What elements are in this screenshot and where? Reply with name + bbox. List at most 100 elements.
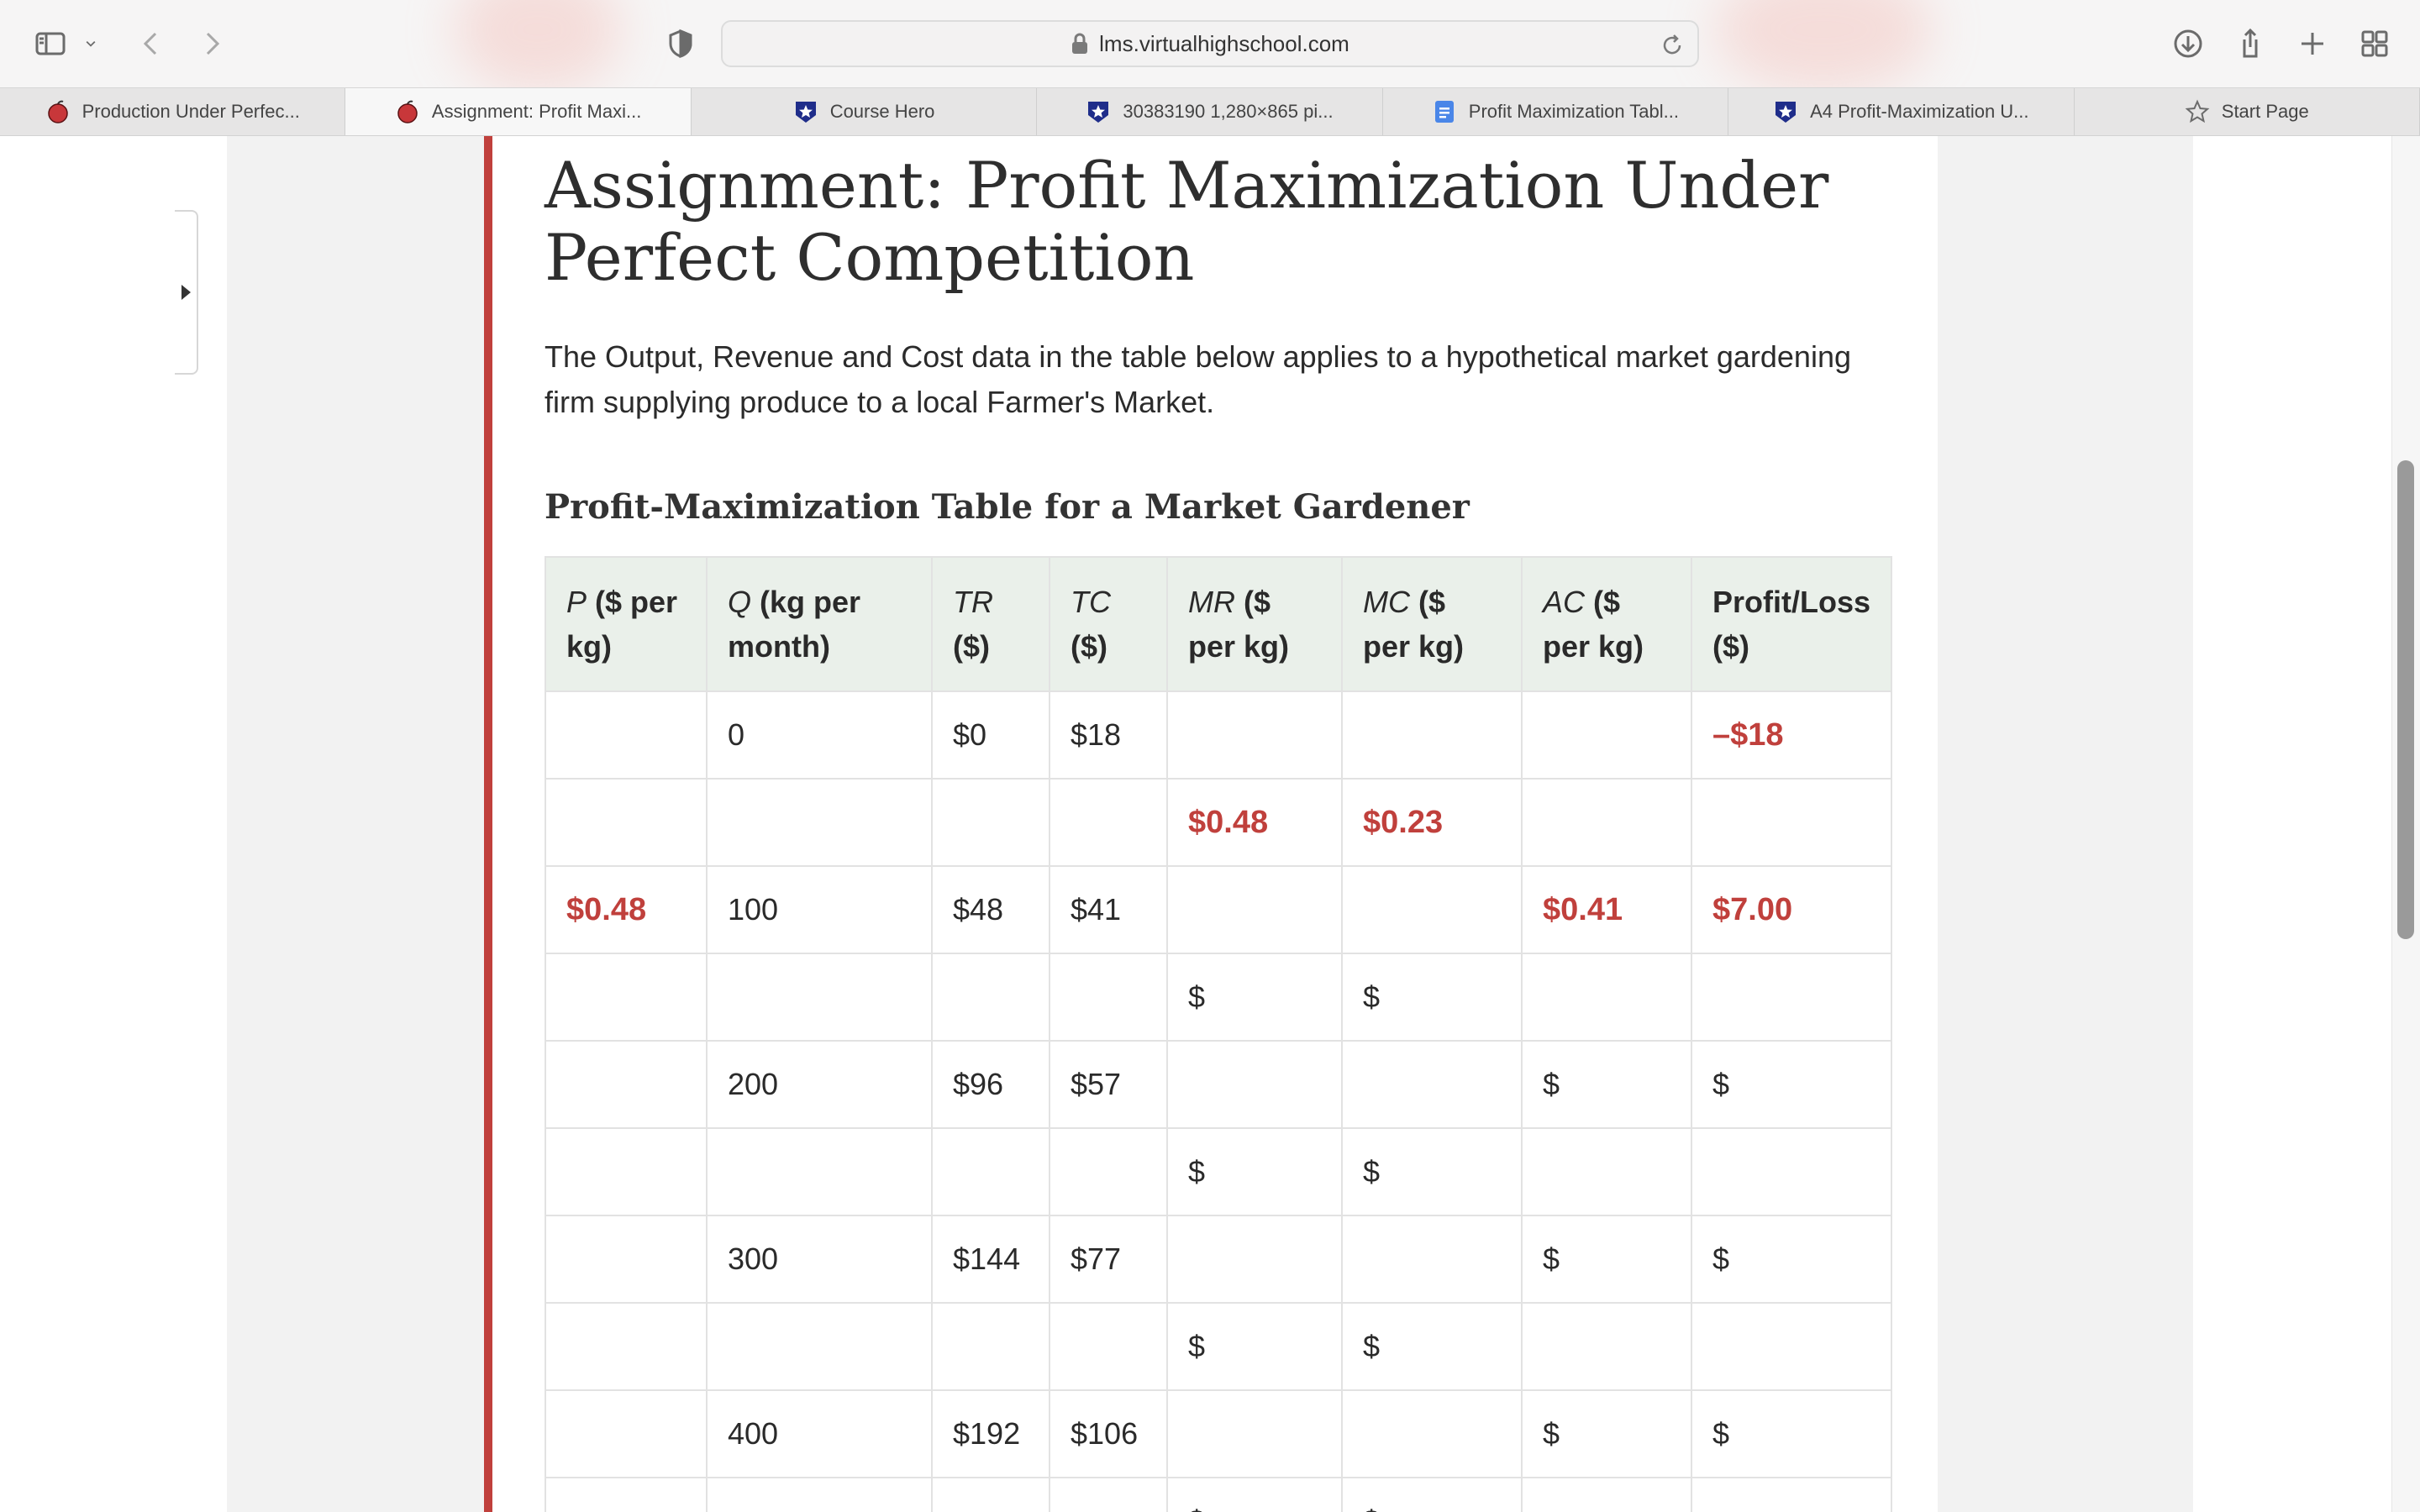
table-cell: $: [1690, 1389, 1893, 1478]
forward-button[interactable]: [188, 20, 235, 67]
table-cell: [706, 953, 933, 1042]
table-row: $0.48 100 $48 $41 $0.41 $7.00: [544, 865, 1893, 954]
table-cell: [706, 1302, 933, 1391]
table-cell: [1049, 953, 1168, 1042]
table-row: $$: [544, 953, 1893, 1042]
table-cell: [544, 1040, 708, 1129]
table-row: 400 $192 $106 $ $: [544, 1389, 1893, 1478]
grid-icon: [2361, 30, 2388, 57]
browser-toolbar: lms.virtualhighschool.com: [0, 0, 2420, 92]
table-cell: [706, 1127, 933, 1216]
table-cell: [544, 1477, 708, 1512]
table-row: 300 $144 $77 $ $: [544, 1215, 1893, 1304]
sidebar-toggle-button[interactable]: [27, 20, 74, 67]
table-row: $$: [544, 1477, 1893, 1512]
table-cell: [931, 1302, 1050, 1391]
intro-paragraph: The Output, Revenue and Cost data in the…: [544, 339, 1851, 419]
scrollbar-thumb[interactable]: [2397, 460, 2414, 939]
table-cell: $7.00: [1690, 865, 1893, 954]
back-button[interactable]: [128, 20, 175, 67]
reload-icon[interactable]: [1659, 32, 1686, 59]
profit-maximization-table: P ($ per kg) Q (kg per month) TR ($) TC ($)…: [544, 556, 1893, 1512]
table-cell: $: [1521, 1215, 1692, 1304]
table-cell: $: [1341, 1477, 1523, 1512]
table-cell: $: [1166, 953, 1343, 1042]
table-cell: –$18: [1690, 690, 1893, 780]
table-cell: $96: [931, 1040, 1050, 1129]
table-cell: [1521, 778, 1692, 867]
tab-label: Profit Maximization Tabl...: [1468, 101, 1680, 122]
table-cell: $: [1166, 1477, 1343, 1512]
tab-label: A4 Profit-Maximization U...: [1810, 101, 2029, 122]
table-cell: $0: [931, 690, 1050, 780]
vertical-scrollbar[interactable]: [2391, 136, 2420, 1512]
table-cell: [1049, 1127, 1168, 1216]
column-header: P ($ per kg): [544, 556, 708, 692]
address-bar[interactable]: lms.virtualhighschool.com: [721, 20, 1699, 67]
table-row: $$: [544, 1127, 1893, 1216]
table-cell: [544, 690, 708, 780]
plus-icon: [2302, 33, 2323, 55]
table-cell: $106: [1049, 1389, 1168, 1478]
table-cell: [931, 1127, 1050, 1216]
browser-tab[interactable]: A4 Profit-Maximization U...: [1728, 88, 2075, 135]
tab-bar: Production Under Perfec... Assignment: Pr…: [0, 87, 2420, 136]
table-cell: $57: [1049, 1040, 1168, 1129]
table-cell: 300: [706, 1215, 933, 1304]
downloads-button[interactable]: [2165, 20, 2212, 67]
course-nav-toggle[interactable]: [175, 210, 198, 375]
table-cell: [1690, 953, 1893, 1042]
table-cell: $41: [1049, 865, 1168, 954]
table-cell: $: [1341, 953, 1523, 1042]
table-cell: $: [1341, 1302, 1523, 1391]
apple-icon: [45, 99, 71, 124]
table-cell: $0.48: [544, 865, 708, 954]
star-shield-icon: [1773, 99, 1798, 124]
browser-tab[interactable]: Assignment: Profit Maxi...: [345, 88, 692, 135]
browser-tab[interactable]: Course Hero: [692, 88, 1038, 135]
table-cell: [1341, 690, 1523, 780]
column-header: MC ($ per kg): [1341, 556, 1523, 692]
sidebar-menu-button[interactable]: [74, 20, 108, 67]
column-header: TC ($): [1049, 556, 1168, 692]
web-page: Assignment: Profit Maximization Under Pe…: [0, 136, 2420, 1512]
toolbar-glow-decoration: [1714, 0, 1933, 92]
browser-tab[interactable]: Production Under Perfec...: [0, 88, 346, 135]
table-cell: [544, 1302, 708, 1391]
new-tab-button[interactable]: [2289, 20, 2336, 67]
share-button[interactable]: [2227, 20, 2274, 67]
chevron-down-icon: [86, 40, 96, 47]
table-cell: $18: [1049, 690, 1168, 780]
table-cell: $48: [931, 865, 1050, 954]
star-outline-icon: [2185, 99, 2210, 124]
tab-overview-button[interactable]: [2351, 20, 2398, 67]
table-cell: [706, 778, 933, 867]
table-cell: [1690, 1477, 1893, 1512]
table-row: 200 $96 $57 $ $: [544, 1040, 1893, 1129]
table-cell: $: [1690, 1040, 1893, 1129]
table-cell: $: [1166, 1127, 1343, 1216]
column-header: Profit/Loss ($): [1690, 556, 1893, 692]
table-cell: $0.41: [1521, 865, 1692, 954]
table-cell: [544, 1127, 708, 1216]
table-row: $$: [544, 1302, 1893, 1391]
table-cell: [1166, 1389, 1343, 1478]
table-cell: 0: [706, 690, 933, 780]
assignment-content: Assignment: Profit Maximization Under Pe…: [484, 136, 1938, 1512]
browser-tab[interactable]: 30383190 1,280×865 pi...: [1037, 88, 1383, 135]
table-cell: $144: [931, 1215, 1050, 1304]
table-body: 0 $0 $18 –$18 $0.48 $0.23 $0.48 100 $48 $41 $0.41 $…: [544, 690, 1893, 1512]
table-cell: $0.23: [1341, 778, 1523, 867]
privacy-shield-button[interactable]: [657, 20, 704, 67]
tab-label: Assignment: Profit Maxi...: [431, 101, 642, 122]
chevron-right-icon: [206, 32, 220, 55]
table-cell: [1166, 1040, 1343, 1129]
table-cell: [1341, 1215, 1523, 1304]
table-cell: [1049, 1477, 1168, 1512]
lock-icon: [1072, 33, 1088, 54]
tab-label: Production Under Perfec...: [82, 101, 300, 122]
browser-tab[interactable]: Profit Maximization Tabl...: [1383, 88, 1729, 135]
table-cell: [1166, 1215, 1343, 1304]
table-header-row: P ($ per kg) Q (kg per month) TR ($) TC ($)…: [544, 556, 1893, 692]
browser-tab[interactable]: Start Page: [2075, 88, 2420, 135]
